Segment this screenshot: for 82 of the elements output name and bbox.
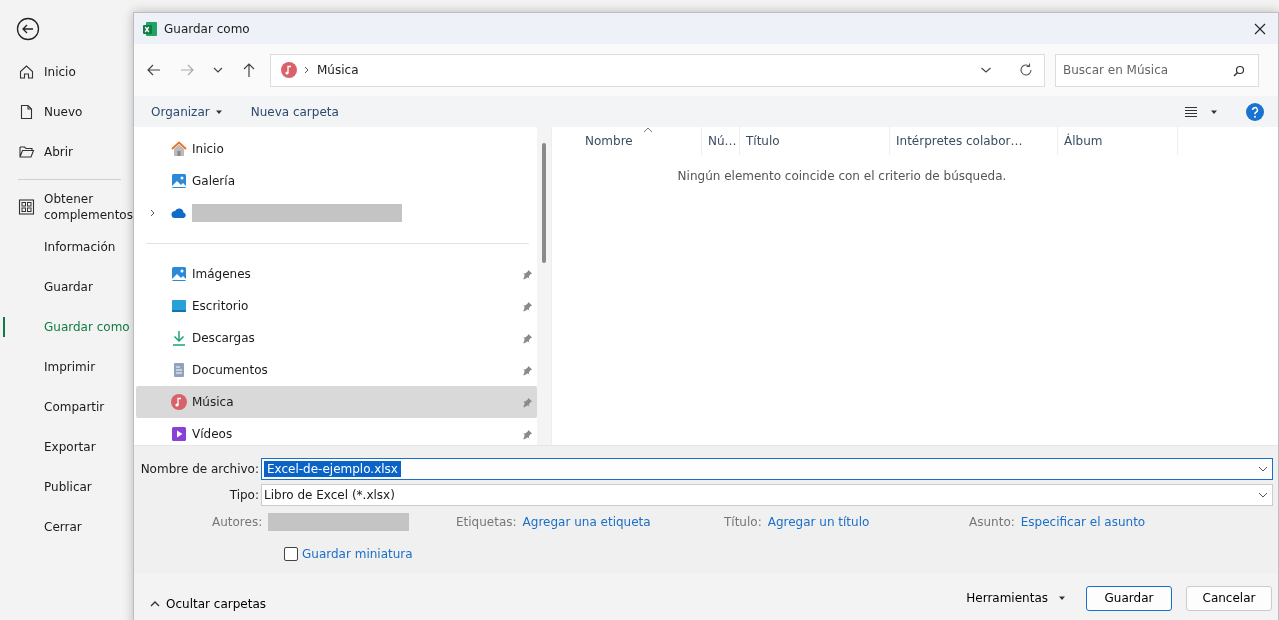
- caret-icon: [1058, 594, 1066, 602]
- backstage-item[interactable]: Publicar: [0, 467, 133, 507]
- address-bar[interactable]: Música: [270, 53, 1045, 87]
- column-header[interactable]: Álbum: [1058, 127, 1178, 155]
- metadata-label: Título:: [724, 515, 762, 529]
- document-icon: [171, 362, 187, 378]
- nav-pane-item[interactable]: Documentos: [136, 354, 537, 386]
- nav-pane-item[interactable]: Música: [136, 386, 537, 418]
- column-header[interactable]: Intérpretes colabor…: [890, 127, 1058, 155]
- backstage-item[interactable]: Nuevo: [0, 92, 133, 132]
- backstage-item[interactable]: Obtener complementos: [0, 187, 133, 227]
- music-icon: [171, 394, 187, 410]
- image-icon: [171, 266, 187, 282]
- sort-caret-icon: [643, 127, 653, 133]
- search-field[interactable]: Buscar en Música: [1055, 53, 1259, 87]
- organize-menu[interactable]: Organizar: [144, 104, 230, 119]
- dialog-button[interactable]: Guardar: [1086, 585, 1172, 611]
- cloud-icon: [171, 207, 187, 219]
- nav-pane-item[interactable]: Galería: [136, 165, 537, 197]
- download-icon: [171, 330, 187, 346]
- add-ins-icon: [18, 199, 35, 215]
- search-icon: [1233, 64, 1245, 77]
- field-label: Nombre de archivo:: [139, 461, 260, 476]
- pin-icon[interactable]: [522, 268, 533, 280]
- pin-icon[interactable]: [522, 300, 533, 312]
- folder-icon: [18, 144, 35, 160]
- column-header[interactable]: Título: [740, 127, 890, 155]
- chevron-up-icon: [150, 599, 160, 609]
- field-label: Tipo:: [228, 487, 260, 502]
- spreadsheet-app-icon: [142, 20, 158, 37]
- pin-icon[interactable]: [522, 428, 533, 440]
- backstage-item[interactable]: Abrir: [0, 132, 133, 172]
- help-icon[interactable]: [1246, 102, 1264, 121]
- backstage-item[interactable]: Inicio: [0, 52, 133, 92]
- home-icon: [171, 141, 187, 157]
- nav-pane-item[interactable]: Imágenes: [136, 258, 537, 290]
- music-icon: [281, 62, 297, 78]
- backstage-item[interactable]: Información: [0, 227, 133, 267]
- backstage-item[interactable]: Imprimir: [0, 347, 133, 387]
- tools-menu[interactable]: Herramientas: [960, 590, 1072, 606]
- column-header[interactable]: Nombre: [552, 127, 702, 155]
- empty-message: Ningún elemento coincide con el criterio de búsqueda.: [676, 169, 1008, 183]
- image-icon: [171, 173, 187, 189]
- backstage-item[interactable]: Exportar: [0, 427, 133, 467]
- dialog-button[interactable]: Cancelar: [1186, 585, 1272, 611]
- metadata-label: Etiquetas:: [456, 515, 517, 529]
- metadata-link[interactable]: Agregar un título: [767, 515, 870, 529]
- new-folder-button[interactable]: Nueva carpeta: [243, 104, 346, 119]
- file-type-dropdown[interactable]: Libro de Excel (*.xlsx): [261, 483, 1273, 506]
- back-arrow-icon[interactable]: [146, 62, 162, 78]
- chevron-right-icon: [303, 66, 311, 74]
- backstage-item[interactable]: Guardar como: [0, 307, 133, 347]
- window-title: Guardar como: [164, 21, 250, 36]
- backstage-item[interactable]: Cerrar: [0, 507, 133, 547]
- file-name-field[interactable]: Excel-de-ejemplo.xlsx: [261, 457, 1273, 480]
- up-arrow-icon[interactable]: [241, 62, 257, 78]
- backstage-item[interactable]: Compartir: [0, 387, 133, 427]
- checkbox[interactable]: [284, 547, 298, 561]
- file-icon: [18, 104, 35, 120]
- nav-pane-item[interactable]: Escritorio: [136, 290, 537, 322]
- nav-pane-item[interactable]: Descargas: [136, 322, 537, 354]
- nav-pane-item[interactable]: Inicio: [136, 133, 537, 165]
- scrollbar-thumb[interactable]: [542, 143, 546, 263]
- metadata-link[interactable]: Agregar una etiqueta: [522, 515, 651, 529]
- backstage-item[interactable]: Guardar: [0, 267, 133, 307]
- video-icon: [171, 426, 187, 442]
- pin-icon[interactable]: [522, 364, 533, 376]
- metadata-link[interactable]: Especificar el asunto: [1020, 515, 1146, 529]
- refresh-icon[interactable]: [1018, 62, 1034, 78]
- thumbnail-label[interactable]: Guardar miniatura: [302, 547, 413, 561]
- pin-icon[interactable]: [522, 332, 533, 344]
- metadata-label: Autores:: [212, 515, 263, 529]
- home-icon: [18, 64, 35, 80]
- column-header[interactable]: Nú…: [702, 127, 740, 155]
- view-options-icon[interactable]: [1184, 105, 1198, 118]
- nav-pane-item[interactable]: Vídeos: [136, 418, 537, 450]
- close-icon[interactable]: [1254, 22, 1266, 35]
- desktop-icon: [171, 298, 187, 314]
- hide-folders-button[interactable]: Ocultar carpetas: [144, 596, 272, 612]
- back-icon[interactable]: [16, 17, 40, 41]
- chevron-right-icon[interactable]: [149, 209, 157, 217]
- metadata-label: Asunto:: [969, 515, 1015, 529]
